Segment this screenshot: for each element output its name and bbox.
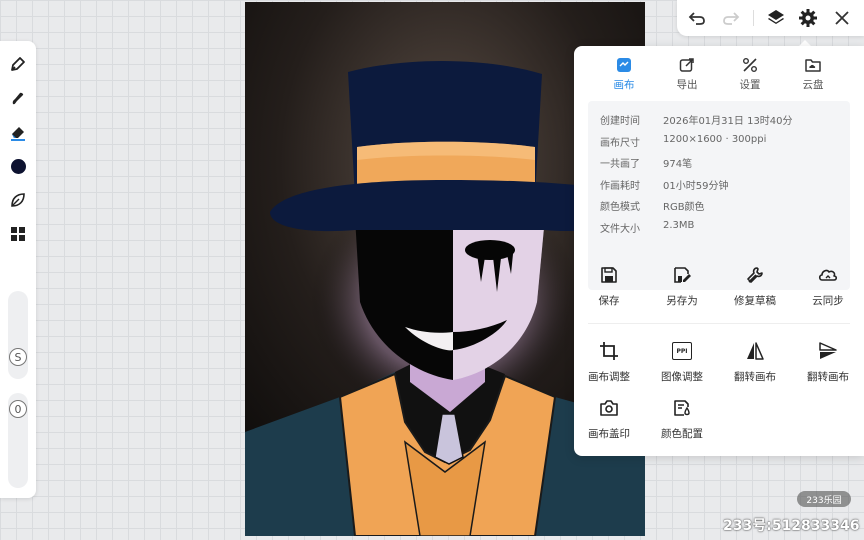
flip-canvas-vertical-button[interactable]: 翻转画布 xyxy=(793,340,863,384)
canvas-adjust-label: 画布调整 xyxy=(588,371,630,383)
flip-canvas-horizontal-button[interactable]: 翻转画布 xyxy=(720,340,790,384)
canvas-stamp-label: 画布盖印 xyxy=(588,428,630,440)
actions-divider xyxy=(588,323,850,324)
camera-icon xyxy=(599,397,619,419)
export-icon xyxy=(679,56,695,74)
ppi-icon-text: PPI xyxy=(672,342,692,360)
leaf-icon[interactable] xyxy=(6,188,30,212)
layers-icon[interactable] xyxy=(761,3,791,33)
panel-tabs: 画布 导出 设置 云盘 xyxy=(574,56,864,92)
cloud-sync-label: 云同步 xyxy=(812,295,844,307)
eraser-icon[interactable] xyxy=(6,120,30,144)
flip-horizontal-icon xyxy=(745,340,765,362)
tab-cloud-drive-label: 云盘 xyxy=(802,79,824,91)
image-adjust-label: 图像调整 xyxy=(661,371,703,383)
canvas-adjust-button[interactable]: 画布调整 xyxy=(574,340,644,384)
brush-size-handle[interactable]: S xyxy=(9,348,27,366)
gear-icon[interactable] xyxy=(793,3,823,33)
cloud-folder-icon xyxy=(805,56,821,74)
canvas-icon xyxy=(616,56,632,74)
info-key: 创建时间 xyxy=(600,116,640,127)
left-toolbar: S 0 xyxy=(0,41,36,498)
flip-canvas-vertical-label: 翻转画布 xyxy=(807,371,849,383)
color-config-label: 颜色配置 xyxy=(661,428,703,440)
repair-draft-label: 修复草稿 xyxy=(734,295,776,307)
settings-tools-icon xyxy=(742,56,758,74)
info-row-strokes: 一共画了 974笔 xyxy=(600,155,693,170)
flip-canvas-horizontal-label: 翻转画布 xyxy=(734,371,776,383)
pen-icon[interactable] xyxy=(6,52,30,76)
crop-icon xyxy=(599,340,619,362)
layout-grid-icon[interactable] xyxy=(6,222,30,246)
info-row-file-size: 文件大小 2.3MB xyxy=(600,220,695,235)
cloud-sync-icon xyxy=(817,264,839,286)
repair-draft-button[interactable]: 修复草稿 xyxy=(720,264,790,308)
info-key: 文件大小 xyxy=(600,224,640,235)
info-key: 画布尺寸 xyxy=(600,138,640,149)
save-as-icon xyxy=(672,264,692,286)
save-button[interactable]: 保存 xyxy=(574,264,644,308)
canvas-info-box: 创建时间 2026年01月31日 13时40分 画布尺寸 1200×1600 ·… xyxy=(588,101,850,290)
save-as-label: 另存为 xyxy=(666,295,698,307)
flip-vertical-icon xyxy=(818,340,838,362)
toolbar-divider xyxy=(753,10,754,26)
smudge-icon[interactable] xyxy=(6,86,30,110)
tab-settings-label: 设置 xyxy=(739,79,761,91)
close-icon[interactable] xyxy=(827,3,857,33)
canvas-stamp-button[interactable]: 画布盖印 xyxy=(574,397,644,441)
info-value: 2.3MB xyxy=(663,220,695,231)
info-key: 颜色模式 xyxy=(600,202,640,213)
info-key: 一共画了 xyxy=(600,159,640,170)
info-value: RGB颜色 xyxy=(663,202,705,213)
info-row-created: 创建时间 2026年01月31日 13时40分 xyxy=(600,112,793,127)
top-toolbar xyxy=(677,0,864,36)
settings-panel: 画布 导出 设置 云盘 创建时间 2026年01月31日 13时40分 画布尺寸… xyxy=(574,46,864,456)
info-row-size: 画布尺寸 1200×1600 · 300ppi xyxy=(600,134,767,149)
brush-size-slider[interactable]: S xyxy=(8,291,28,379)
color-config-button[interactable]: 颜色配置 xyxy=(647,397,717,441)
save-as-button[interactable]: 另存为 xyxy=(647,264,717,308)
info-value: 2026年01月31日 13时40分 xyxy=(663,116,793,127)
tab-canvas-label: 画布 xyxy=(613,79,635,91)
undo-icon[interactable] xyxy=(682,3,712,33)
tab-export-label: 导出 xyxy=(676,79,698,91)
watermark-text: 233号:512833346 xyxy=(723,518,860,534)
cloud-sync-button[interactable]: 云同步 xyxy=(793,264,863,308)
save-label: 保存 xyxy=(598,295,620,307)
info-value: 1200×1600 · 300ppi xyxy=(663,134,767,145)
opacity-handle[interactable]: 0 xyxy=(9,400,27,418)
wrench-icon xyxy=(745,264,765,286)
tab-settings[interactable]: 设置 xyxy=(720,56,780,92)
color-swatch-icon[interactable] xyxy=(6,154,30,178)
save-icon xyxy=(599,264,619,286)
tab-cloud-drive[interactable]: 云盘 xyxy=(783,56,843,92)
info-key: 作画耗时 xyxy=(600,181,640,192)
color-config-icon xyxy=(672,397,692,419)
info-row-duration: 作画耗时 01小时59分钟 xyxy=(600,177,729,192)
tab-canvas[interactable]: 画布 xyxy=(594,56,654,92)
image-adjust-button[interactable]: PPI 图像调整 xyxy=(647,340,717,384)
tab-export[interactable]: 导出 xyxy=(657,56,717,92)
info-value: 974笔 xyxy=(663,159,693,170)
redo-icon[interactable] xyxy=(716,3,746,33)
watermark-logo: 233乐园 xyxy=(797,491,851,507)
opacity-slider[interactable]: 0 xyxy=(8,393,28,488)
info-value: 01小时59分钟 xyxy=(663,181,729,192)
ppi-icon: PPI xyxy=(672,340,692,362)
info-row-color-mode: 颜色模式 RGB颜色 xyxy=(600,198,705,213)
